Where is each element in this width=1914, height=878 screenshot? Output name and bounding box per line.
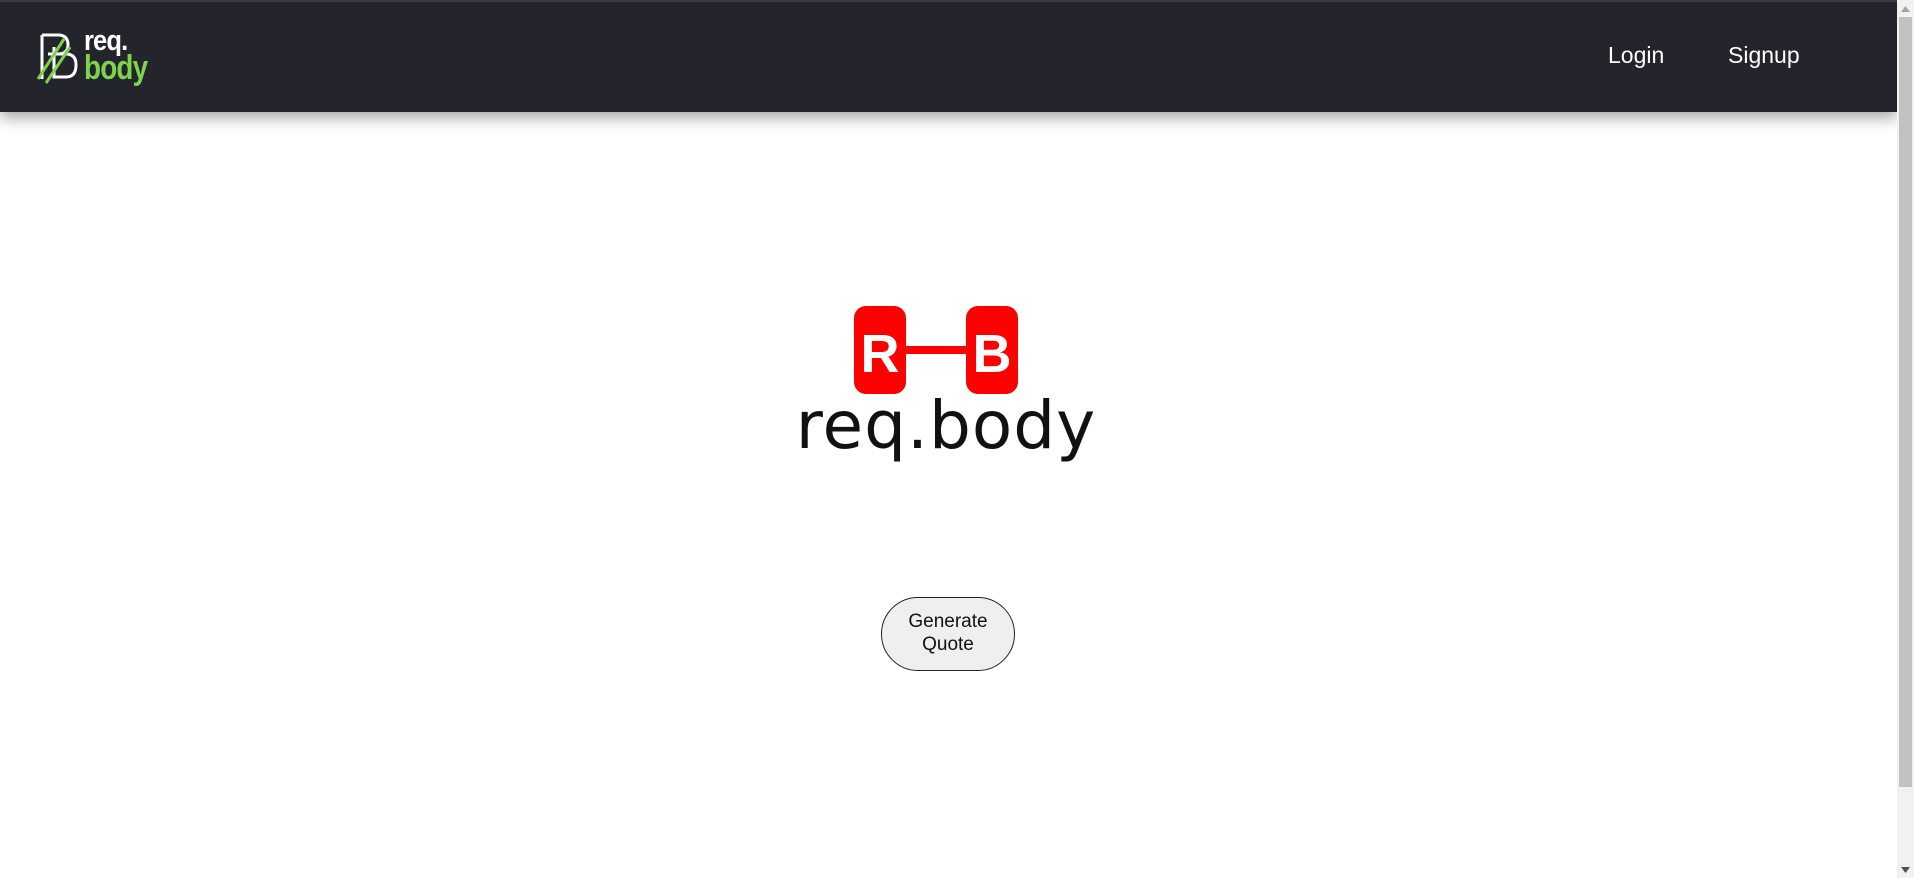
logo-letter-b: B [973, 324, 1012, 384]
hero-logo: R B req.body [780, 300, 1120, 472]
nav-login-link[interactable]: Login [1608, 42, 1664, 69]
brand-logo[interactable]: req. body [36, 24, 166, 88]
nav-links: Login Signup [1497, 2, 1897, 114]
generate-quote-button[interactable]: Generate Quote [881, 597, 1015, 671]
page: req. body Login Signup R B req.body Gene… [0, 0, 1914, 878]
nav-signup-link[interactable]: Signup [1728, 42, 1800, 69]
vertical-scrollbar[interactable] [1897, 0, 1914, 878]
brand-line-2: body [84, 48, 148, 87]
generate-quote-line-1: Generate [908, 611, 988, 633]
rb-monogram-icon [36, 33, 78, 84]
scroll-down-arrow-icon[interactable] [1897, 861, 1914, 878]
brand-wordmark: req. body [84, 26, 161, 87]
scrollbar-thumb[interactable] [1899, 17, 1912, 787]
generate-quote-line-2: Quote [922, 634, 974, 655]
scroll-up-arrow-icon[interactable] [1897, 0, 1914, 17]
req-body-logo-icon: R B req.body [796, 306, 1096, 464]
logo-letter-r: R [861, 324, 900, 384]
logo-wordmark: req.body [796, 387, 1096, 464]
navbar: req. body Login Signup [0, 0, 1897, 112]
